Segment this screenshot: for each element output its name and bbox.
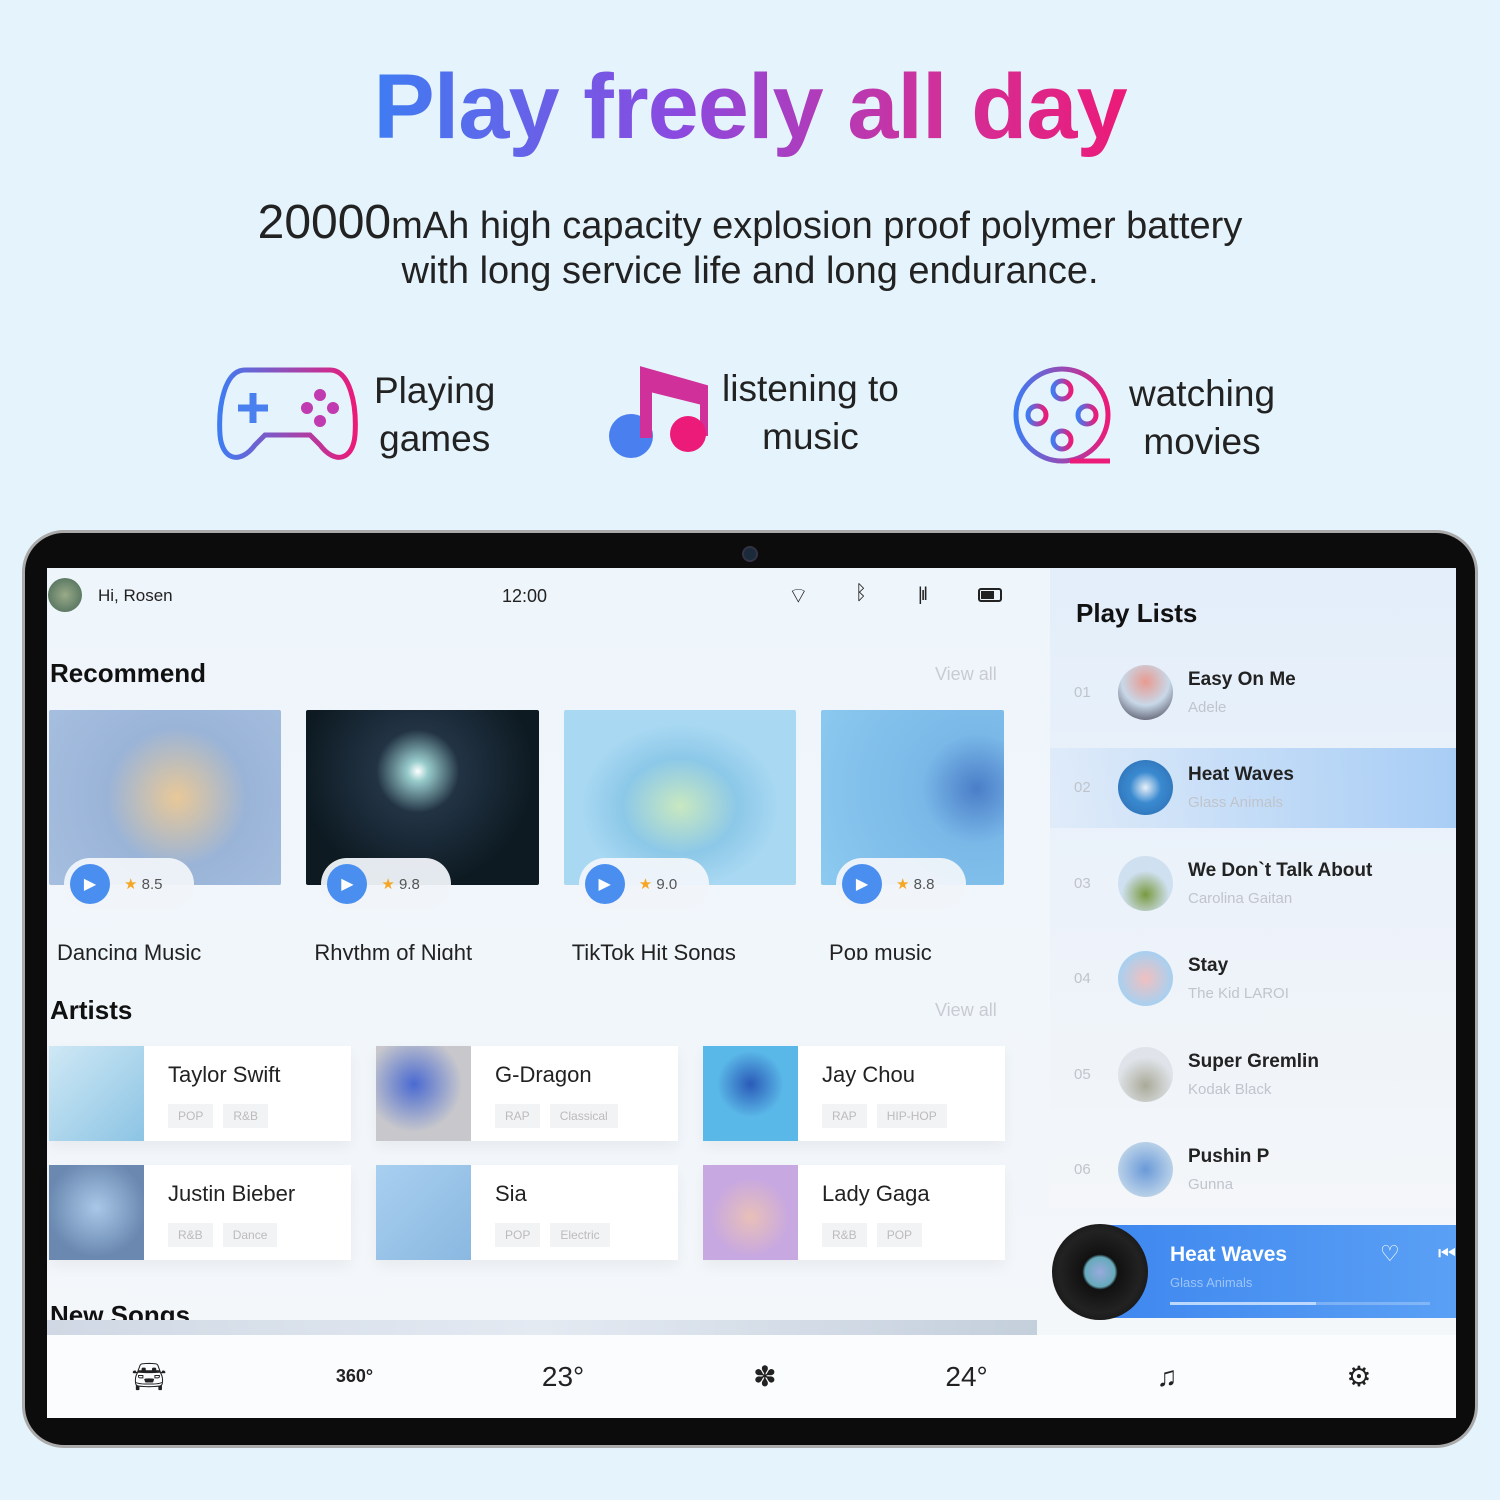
playlists-panel: Play Lists 01 Easy On Me Adele 02 Heat Waves… bbox=[1050, 568, 1456, 1208]
artist-card[interactable]: Taylor Swift POP R&B bbox=[49, 1046, 351, 1141]
track-artist: Kodak Black bbox=[1188, 1080, 1272, 1098]
play-icon[interactable]: ▶ bbox=[327, 864, 368, 904]
feature-movies: watching movies bbox=[1010, 365, 1275, 470]
artist-card[interactable]: Justin Bieber R&B Dance bbox=[49, 1165, 351, 1260]
gamepad-icon bbox=[217, 367, 358, 460]
feature-label: games bbox=[379, 418, 491, 459]
rating: ★ 9.0 bbox=[638, 876, 678, 893]
track-title: Easy On Me bbox=[1188, 668, 1296, 690]
playlists-title: Play Lists bbox=[1076, 598, 1198, 628]
feature-music: listening to music bbox=[608, 365, 899, 461]
album-art bbox=[1118, 1046, 1173, 1102]
album-art bbox=[1118, 951, 1173, 1006]
feature-games: Playing games bbox=[215, 365, 495, 465]
wifi-icon[interactable]: ⌔ bbox=[788, 582, 809, 610]
artist-card[interactable]: Sia POP Electric bbox=[376, 1165, 678, 1260]
play-icon[interactable]: ▶ bbox=[70, 864, 110, 904]
playlist-item[interactable]: 03 We Don`t Talk About Carolina Gaitan bbox=[1050, 843, 1456, 923]
feature-label: music bbox=[762, 416, 859, 457]
artist-card[interactable]: Lady Gaga R&B POP bbox=[703, 1165, 1005, 1260]
rating: ★ 9.8 bbox=[381, 876, 420, 893]
feature-label: movies bbox=[1143, 420, 1261, 462]
track-title: Stay bbox=[1188, 955, 1229, 976]
avatar[interactable] bbox=[48, 578, 82, 612]
artists-grid: Taylor Swift POP R&B G-Dragon RAP Classical … bbox=[49, 1046, 1005, 1260]
subtitle-line-2: with long service life and long enduranc… bbox=[401, 250, 1099, 292]
now-playing-title: Heat Waves bbox=[1170, 1243, 1288, 1266]
recommend-card[interactable]: ▶ ★ 9.8 Rhythm of Night bbox=[306, 710, 539, 960]
feature-label: Playing bbox=[374, 370, 496, 411]
track-artist: Gunna bbox=[1188, 1176, 1234, 1193]
music-icon[interactable]: ♫ bbox=[1157, 1361, 1178, 1393]
track-title: We Don`t Talk About bbox=[1188, 859, 1373, 881]
card-title: TikTok Hit Songs bbox=[571, 940, 736, 960]
track-artist: The Kid LAROI bbox=[1188, 985, 1289, 1002]
track-number: 06 bbox=[1074, 1161, 1091, 1178]
greeting: Hi, Rosen bbox=[98, 586, 173, 605]
camera-icon bbox=[742, 546, 758, 562]
card-title: Dancing Music bbox=[57, 940, 202, 960]
track-title: Heat Waves bbox=[1188, 764, 1294, 785]
play-icon[interactable]: ▶ bbox=[842, 864, 883, 904]
playlist-item[interactable]: 04 Stay The Kid LAROI bbox=[1050, 939, 1456, 1019]
artist-card[interactable]: G-Dragon RAP Classical bbox=[376, 1046, 678, 1141]
fan-icon[interactable]: ✽ bbox=[753, 1360, 776, 1393]
new-songs-peek bbox=[47, 1320, 1037, 1335]
film-reel-icon bbox=[1013, 366, 1111, 464]
track-artist: Adele bbox=[1188, 698, 1227, 716]
album-art bbox=[1118, 760, 1173, 815]
feature-label: watching bbox=[1129, 372, 1276, 414]
playlist-item[interactable]: 05 Super Gremlin Kodak Black bbox=[1050, 1034, 1456, 1114]
track-title: Super Gremlin bbox=[1188, 1050, 1319, 1072]
settings-icon[interactable]: ⚙ bbox=[1346, 1360, 1371, 1393]
track-number: 01 bbox=[1074, 683, 1091, 701]
bottom-bar: 🚘︎ 360° 23° ✽ 24° ♫ ⚙ bbox=[47, 1335, 1456, 1418]
recommend-card[interactable]: ▶ ★ 8.8 Pop music bbox=[821, 710, 1004, 960]
card-title: Rhythm of Night bbox=[314, 940, 473, 960]
track-number: 05 bbox=[1074, 1065, 1091, 1083]
track-number: 02 bbox=[1074, 779, 1091, 796]
temperature-left[interactable]: 23° bbox=[542, 1361, 584, 1393]
clock: 12:00 bbox=[502, 586, 548, 606]
now-playing-artist: Glass Animals bbox=[1170, 1275, 1253, 1290]
new-songs-title: New Songs bbox=[50, 1300, 191, 1322]
playlist-item[interactable]: 06 Pushin P Gunna bbox=[1050, 1130, 1456, 1210]
album-art bbox=[1118, 855, 1173, 911]
music-note-icon bbox=[609, 365, 708, 458]
playlist-item[interactable]: 02 Heat Waves Glass Animals bbox=[1050, 747, 1456, 828]
headline: Play freely all day bbox=[373, 56, 1127, 158]
album-art bbox=[1118, 1142, 1173, 1197]
playlist-item[interactable]: 01 Easy On Me Adele bbox=[1050, 652, 1456, 732]
progress-bar[interactable] bbox=[1170, 1302, 1430, 1305]
artists-title: Artists bbox=[50, 995, 133, 1025]
rating: ★ 8.5 bbox=[124, 876, 163, 893]
recommend-title: Recommend bbox=[50, 658, 207, 688]
battery-icon bbox=[978, 588, 1002, 602]
album-disc bbox=[1052, 1224, 1148, 1320]
temperature-right[interactable]: 24° bbox=[945, 1361, 987, 1393]
view-360-button[interactable]: 360° bbox=[336, 1366, 373, 1387]
recommend-card[interactable]: ▶ ★ 8.5 Dancing Music bbox=[49, 710, 282, 960]
recommend-list: ▶ ★ 8.5 Dancing Music ▶ ★ 9.8 Rhythm of Nigh… bbox=[49, 710, 1004, 960]
album-art bbox=[1118, 664, 1173, 720]
artists-view-all[interactable]: View all bbox=[935, 1000, 997, 1021]
track-title: Pushin P bbox=[1188, 1146, 1270, 1167]
bluetooth-icon[interactable]: ᛒ bbox=[855, 582, 867, 605]
track-number: 03 bbox=[1074, 874, 1091, 892]
rating: ★ 8.8 bbox=[896, 876, 935, 893]
heart-icon[interactable]: ♡ bbox=[1380, 1241, 1400, 1267]
play-icon[interactable]: ▶ bbox=[584, 864, 625, 904]
feature-label: listening to bbox=[722, 368, 899, 409]
artist-card[interactable]: Jay Chou RAP HIP-HOP bbox=[703, 1046, 1005, 1141]
track-number: 04 bbox=[1074, 970, 1091, 987]
recommend-view-all[interactable]: View all bbox=[935, 664, 997, 685]
recommend-card[interactable]: ▶ ★ 9.0 TikTok Hit Songs bbox=[563, 710, 797, 960]
previous-icon[interactable]: ⏮ bbox=[1438, 1243, 1456, 1266]
track-artist: Glass Animals bbox=[1188, 794, 1284, 811]
track-artist: Carolina Gaitan bbox=[1188, 889, 1293, 907]
subtitle-line-1: 20000mAh high capacity explosion proof p… bbox=[257, 196, 1243, 249]
signal-icon: |ıl bbox=[918, 584, 928, 604]
car-icon[interactable]: 🚘︎ bbox=[131, 1360, 167, 1393]
card-title: Pop music bbox=[829, 940, 932, 960]
